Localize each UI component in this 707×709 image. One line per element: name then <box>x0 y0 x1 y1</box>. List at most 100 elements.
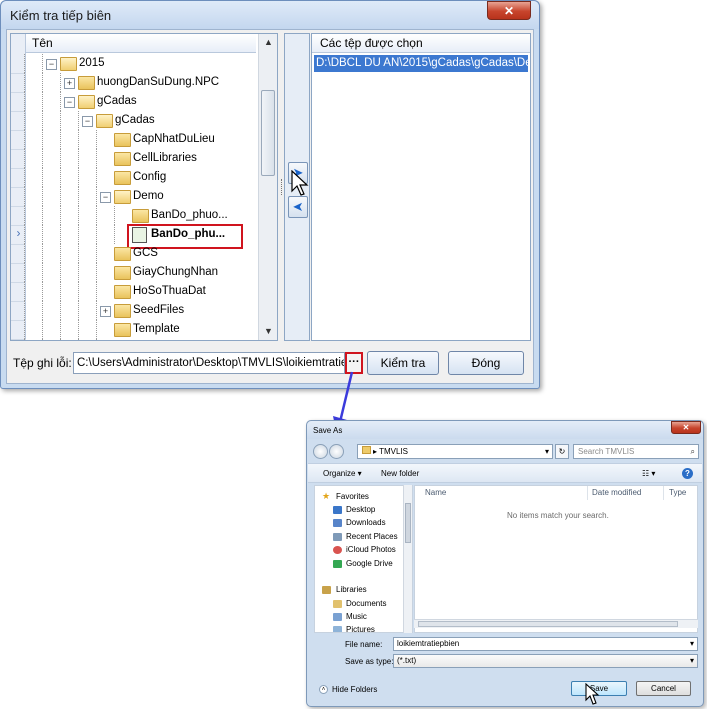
tree-row[interactable]: − gCadas <box>24 111 257 130</box>
tree-guide-line <box>24 168 25 187</box>
hide-folders-icon[interactable]: ˄ <box>319 685 328 694</box>
tree-row[interactable]: GiayChungNhan <box>24 263 257 282</box>
tree-row[interactable]: + SeedFiles <box>24 301 257 320</box>
tree-guide-line <box>24 301 25 320</box>
expand-icon[interactable]: + <box>100 306 111 317</box>
tree-row[interactable]: + huongDanSuDung.NPC <box>24 73 257 92</box>
tree-guide-line <box>42 92 43 111</box>
nav-documents[interactable]: Documents <box>346 599 386 608</box>
forward-icon[interactable] <box>329 444 344 459</box>
tree-guide-line <box>96 301 97 320</box>
tree-guide-line <box>78 168 79 187</box>
collapse-icon[interactable]: − <box>46 59 57 70</box>
folder-icon <box>114 266 131 280</box>
tree-row[interactable]: CellLibraries <box>24 149 257 168</box>
column-type[interactable]: Type <box>669 488 686 497</box>
map-file-icon <box>132 227 147 243</box>
folder-icon <box>114 171 131 185</box>
column-name[interactable]: Name <box>425 488 446 497</box>
tree-guide-line <box>96 225 97 244</box>
tree-row[interactable]: HoSoThuaDat <box>24 282 257 301</box>
nav-libraries[interactable]: Libraries <box>336 585 367 594</box>
address-dropdown-icon[interactable]: ▾ <box>545 445 549 458</box>
collapse-icon[interactable]: − <box>100 192 111 203</box>
tree-guide-line <box>60 225 61 244</box>
nav-downloads[interactable]: Downloads <box>346 518 386 527</box>
music-icon <box>333 613 342 621</box>
list-hscrollbar[interactable] <box>414 619 698 628</box>
tree-row[interactable]: BanDo_phuo... <box>24 206 257 225</box>
selected-file-item[interactable]: D:\DBCL DU AN\2015\gCadas\gCadas\Demo <box>314 55 528 72</box>
tree-row[interactable]: − Demo <box>24 187 257 206</box>
folder-icon <box>114 285 131 299</box>
tree-guide-line <box>60 339 61 340</box>
save-as-close-icon[interactable]: ✕ <box>671 421 701 434</box>
hscroll-thumb[interactable] <box>418 621 678 627</box>
check-button[interactable]: Kiểm tra <box>367 351 439 375</box>
scroll-down-icon[interactable]: ▼ <box>259 323 277 340</box>
pictures-icon <box>333 626 342 632</box>
dialog-titlebar: Kiểm tra tiếp biên <box>1 1 539 29</box>
tree-guide-line <box>42 187 43 206</box>
new-folder-button[interactable]: New folder <box>381 469 419 478</box>
dialog-body: › Tên −2015 + huongDanSuDung.NPC − gCadas − gC… <box>6 29 534 384</box>
cancel-button[interactable]: Cancel <box>636 681 691 696</box>
expand-icon[interactable]: + <box>64 78 75 89</box>
save-type-dropdown-icon[interactable]: ▾ <box>690 655 694 667</box>
nav-music[interactable]: Music <box>346 612 367 621</box>
tree-row[interactable]: − gCadas <box>24 92 257 111</box>
tree-row[interactable]: Template <box>24 320 257 339</box>
tree-guide-line <box>78 130 79 149</box>
tree-row[interactable]: CapNhatDuLieu <box>24 130 257 149</box>
mouse-cursor-icon <box>291 170 309 196</box>
tree-guide-line <box>42 282 43 301</box>
tree-guide-line <box>24 92 25 111</box>
nav-pictures[interactable]: Pictures <box>346 625 375 632</box>
view-options-icon[interactable]: ☷ ▾ <box>642 469 655 478</box>
folder-icon <box>132 209 149 223</box>
tree-row[interactable]: − 2015 <box>24 54 257 73</box>
collapse-icon[interactable]: − <box>82 116 93 127</box>
nav-recent-places[interactable]: Recent Places <box>346 532 398 541</box>
collapse-icon[interactable]: − <box>64 97 75 108</box>
remove-arrow-button[interactable]: ➤ <box>288 196 308 218</box>
nav-google-drive[interactable]: Google Drive <box>346 559 393 568</box>
scroll-thumb[interactable] <box>261 90 275 176</box>
tree-row[interactable]: Config <box>24 168 257 187</box>
nav-desktop[interactable]: Desktop <box>346 505 375 514</box>
tree-column-header[interactable]: Tên <box>26 34 256 53</box>
file-name-dropdown-icon[interactable]: ▾ <box>690 638 694 650</box>
nav-favorites[interactable]: Favorites <box>336 492 369 501</box>
tree-row-label: BanDo_phu... <box>151 228 226 240</box>
address-bar[interactable]: ▸ TMVLIS ▾ <box>357 444 553 459</box>
tree-row[interactable]: BanDo_phu... <box>24 224 257 249</box>
column-date-modified[interactable]: Date modified <box>592 488 641 497</box>
tree-row[interactable]: GCS <box>24 244 257 263</box>
tree-guide-line <box>96 206 97 225</box>
search-input[interactable]: Search TMVLIS ⌕ <box>573 444 699 459</box>
organize-button[interactable]: Organize ▾ <box>323 469 362 478</box>
file-name-label: File name: <box>345 640 383 649</box>
error-file-input[interactable]: C:\Users\Administrator\Desktop\TMVLIS\lo… <box>73 352 345 374</box>
nav-scrollbar[interactable] <box>403 485 412 633</box>
tree-guide-line <box>60 149 61 168</box>
file-name-input[interactable]: loikiemtratiepbien ▾ <box>393 637 698 651</box>
tree-scrollbar[interactable]: ▲ ▼ <box>258 34 277 340</box>
documents-icon <box>333 600 342 608</box>
save-type-select[interactable]: (*.txt) ▾ <box>393 654 698 668</box>
back-icon[interactable] <box>313 444 328 459</box>
scroll-up-icon[interactable]: ▲ <box>259 34 277 51</box>
help-icon[interactable]: ? <box>682 468 693 479</box>
nav-scroll-thumb[interactable] <box>405 503 411 543</box>
hide-folders-button[interactable]: Hide Folders <box>332 685 377 694</box>
tree-row[interactable] <box>24 339 257 340</box>
folder-icon <box>362 446 371 454</box>
refresh-icon[interactable]: ↻ <box>555 444 569 459</box>
close-icon[interactable]: ✕ <box>487 1 531 20</box>
tree-guide-line <box>42 54 43 73</box>
tree-guide-line <box>42 149 43 168</box>
close-button[interactable]: Đóng <box>448 351 524 375</box>
nav-icloud-photos[interactable]: iCloud Photos <box>346 545 396 554</box>
google-drive-icon <box>333 560 342 568</box>
folder-open-icon <box>60 57 77 71</box>
